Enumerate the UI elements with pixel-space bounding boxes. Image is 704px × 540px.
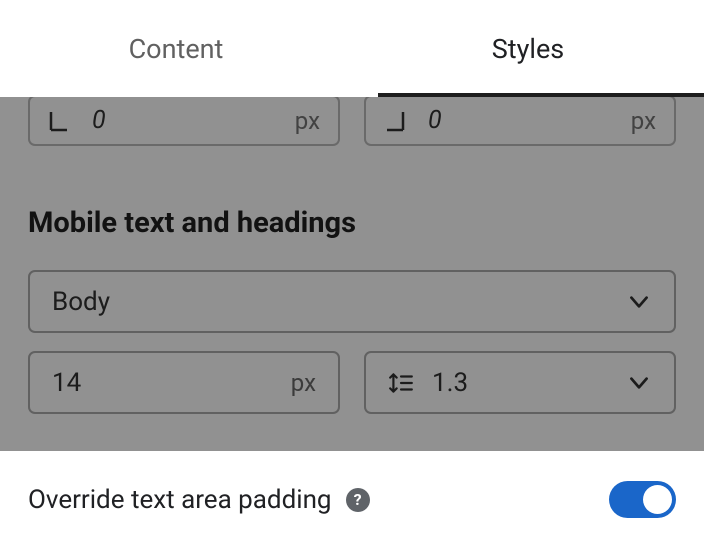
font-size-value: 14 <box>52 368 291 398</box>
line-height-field[interactable]: 1.3 <box>364 351 676 414</box>
tab-styles[interactable]: Styles <box>352 0 704 97</box>
toggle-knob <box>643 485 672 514</box>
padding-left-value: 0 <box>92 106 295 135</box>
font-size-unit: px <box>291 369 316 397</box>
padding-left-unit: px <box>295 107 320 135</box>
text-style-selected: Body <box>52 287 626 317</box>
help-icon[interactable]: ? <box>346 488 370 512</box>
padding-right-field[interactable]: 0 px <box>364 97 676 146</box>
padding-right-icon <box>384 110 406 132</box>
tab-content-label: Content <box>129 33 224 65</box>
override-toggle[interactable] <box>609 481 676 518</box>
chevron-down-icon <box>626 289 652 315</box>
section-heading: Mobile text and headings <box>28 206 676 240</box>
padding-row: 0 px 0 px <box>28 97 676 146</box>
padding-left-icon <box>48 110 70 132</box>
padding-right-value: 0 <box>428 106 631 135</box>
tab-content[interactable]: Content <box>0 0 352 97</box>
typography-row: 14 px 1.3 <box>28 351 676 414</box>
chevron-down-icon <box>626 370 652 396</box>
override-label: Override text area padding <box>28 485 332 515</box>
padding-right-unit: px <box>631 107 656 135</box>
tabs: Content Styles <box>0 0 704 97</box>
line-height-value: 1.3 <box>432 368 626 398</box>
line-height-icon <box>388 370 414 396</box>
text-style-dropdown[interactable]: Body <box>28 270 676 333</box>
font-size-field[interactable]: 14 px <box>28 351 340 414</box>
tab-styles-label: Styles <box>492 33 564 65</box>
styles-panel-dimmed: 0 px 0 px Mobile text and headings Body … <box>0 97 704 451</box>
padding-left-field[interactable]: 0 px <box>28 97 340 146</box>
override-row: Override text area padding ? <box>0 451 704 518</box>
